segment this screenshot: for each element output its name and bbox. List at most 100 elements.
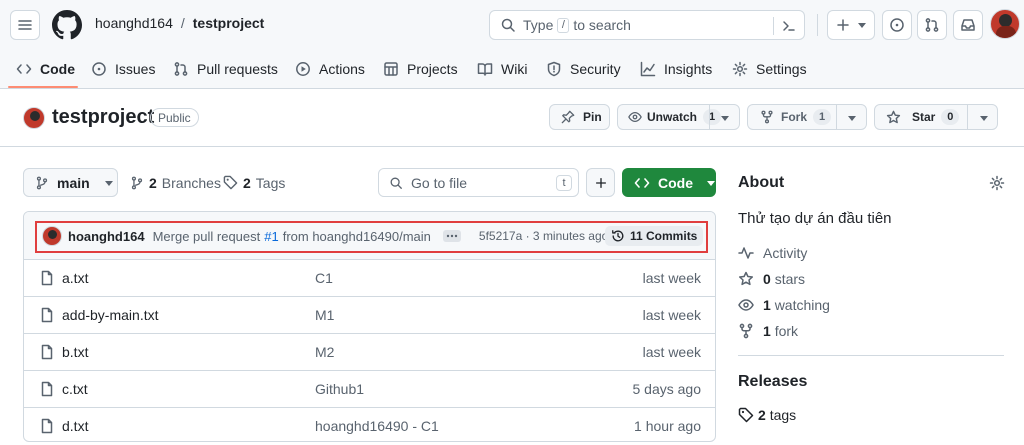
file-name[interactable]: a.txt [62, 270, 88, 286]
tab-actions[interactable]: Actions [295, 55, 365, 83]
tags-label: Tags [255, 174, 286, 191]
latest-commit: hoanghd164 Merge pull request #1 from ho… [42, 225, 608, 247]
plus-icon [595, 177, 606, 188]
unwatch-button[interactable]: Unwatch 1 [617, 104, 740, 130]
code-dropdown-button[interactable]: Code [622, 168, 716, 197]
tab-pull-requests[interactable]: Pull requests [173, 55, 278, 83]
tab-security-label: Security [570, 61, 621, 77]
pull-requests-button[interactable] [917, 10, 947, 40]
ellipsis-icon[interactable] [442, 230, 461, 242]
activity-link[interactable]: Activity [738, 245, 807, 261]
file-name[interactable]: c.txt [62, 381, 88, 397]
pin-button[interactable]: Pin [549, 104, 610, 130]
file-name[interactable]: b.txt [62, 344, 88, 360]
tag-icon [738, 407, 754, 423]
user-avatar[interactable] [990, 9, 1020, 39]
add-file-button[interactable] [586, 168, 615, 197]
watching-link[interactable]: 1 watching [738, 297, 830, 313]
tab-issues[interactable]: Issues [91, 55, 155, 83]
tags-link[interactable]: 2 Tags [223, 168, 285, 197]
caret-down-icon[interactable] [720, 113, 730, 123]
star-icon [886, 110, 901, 123]
breadcrumb-owner[interactable]: hoanghd164 [95, 15, 173, 31]
branches-link[interactable]: 2 Branches [130, 168, 221, 197]
file-row[interactable]: b.txt M2 last week [24, 333, 715, 370]
file-row[interactable]: d.txt hoanghd16490 - C1 1 hour ago [24, 407, 715, 441]
tab-projects[interactable]: Projects [383, 55, 458, 83]
file-commit-message[interactable]: C1 [315, 270, 333, 286]
commit-message-prefix[interactable]: Merge pull request [153, 229, 261, 244]
search-icon [390, 177, 402, 189]
repo-forked-icon [761, 110, 773, 124]
file-row[interactable]: add-by-main.txt M1 last week [24, 296, 715, 333]
sidebar-tags-link[interactable]: 2 tags [738, 407, 796, 423]
pin-icon [561, 110, 575, 124]
file-row[interactable]: a.txt C1 last week [24, 259, 715, 296]
commit-sha-time[interactable]: 5f5217a · 3 minutes ago [479, 229, 608, 243]
search-input[interactable]: Type / to search [489, 10, 805, 40]
file-name[interactable]: d.txt [62, 418, 88, 434]
commits-history-button[interactable]: 11 Commits [605, 226, 704, 246]
issue-opened-icon [890, 18, 904, 32]
branch-selector[interactable]: main [23, 168, 118, 197]
caret-down-icon [707, 180, 715, 186]
forks-link[interactable]: 1 fork [738, 323, 798, 339]
latest-commit-bar: hoanghd164 Merge pull request #1 from ho… [24, 212, 715, 260]
file-row[interactable]: c.txt Github1 5 days ago [24, 370, 715, 407]
tag-icon [223, 175, 238, 190]
code-icon [16, 64, 32, 74]
repo-title[interactable]: testproject [52, 106, 154, 129]
go-to-file-shortcut: t [556, 175, 572, 191]
branches-count: 2 [149, 174, 157, 191]
file-icon [41, 344, 53, 360]
command-palette-icon[interactable] [781, 18, 797, 34]
repo-forked-icon [739, 323, 753, 339]
file-name[interactable]: add-by-main.txt [62, 307, 158, 323]
tab-insights[interactable]: Insights [640, 55, 712, 83]
tab-security[interactable]: Security [546, 55, 621, 83]
book-icon [477, 63, 493, 76]
commit-pr-link[interactable]: #1 [264, 229, 278, 244]
menu-button[interactable] [10, 10, 40, 40]
git-branch-icon [36, 176, 48, 189]
fork-count: 1 [763, 323, 771, 339]
repo-owner-avatar[interactable] [23, 107, 45, 129]
caret-down-icon[interactable] [979, 113, 989, 123]
commit-message-suffix[interactable]: from hoanghd16490/main [283, 229, 431, 244]
file-icon [41, 381, 53, 397]
stars-link[interactable]: 0 stars [738, 271, 805, 287]
graph-icon [640, 61, 656, 77]
plus-icon [837, 19, 849, 31]
unwatch-label: Unwatch [647, 110, 698, 124]
create-new-button[interactable] [827, 10, 875, 40]
git-pull-request-icon [925, 18, 939, 32]
sidebar-tags-count: 2 [758, 407, 766, 423]
file-commit-message[interactable]: Github1 [315, 381, 364, 397]
global-header: hoanghd164 / testproject Type / to searc… [0, 0, 1024, 48]
file-commit-message[interactable]: M2 [315, 344, 334, 360]
file-commit-date: last week [642, 270, 701, 286]
file-commit-message[interactable]: hoanghd16490 - C1 [315, 418, 439, 434]
tab-code[interactable]: Code [16, 55, 75, 83]
issues-button[interactable] [882, 10, 912, 40]
header-divider [0, 146, 1024, 147]
go-to-file-input[interactable]: Go to file t [378, 168, 579, 197]
file-commit-message[interactable]: M1 [315, 307, 334, 323]
breadcrumb-repo[interactable]: testproject [193, 15, 265, 31]
tab-settings[interactable]: Settings [732, 55, 807, 83]
commit-author[interactable]: hoanghd164 [68, 229, 145, 244]
commits-count-label: 11 Commits [630, 229, 698, 243]
commit-author-avatar[interactable] [42, 226, 62, 246]
fork-button[interactable]: Fork 1 [747, 104, 867, 130]
releases-title[interactable]: Releases [738, 373, 807, 391]
star-button[interactable]: Star 0 [874, 104, 998, 130]
gear-icon[interactable] [989, 175, 1005, 191]
header-divider [817, 14, 818, 36]
tab-settings-label: Settings [756, 61, 807, 77]
github-logo-icon[interactable] [52, 10, 82, 40]
caret-down-icon[interactable] [847, 113, 857, 123]
tab-wiki[interactable]: Wiki [477, 55, 527, 83]
inbox-button[interactable] [953, 10, 983, 40]
tab-actions-label: Actions [319, 61, 365, 77]
file-commit-date: 1 hour ago [634, 418, 701, 434]
